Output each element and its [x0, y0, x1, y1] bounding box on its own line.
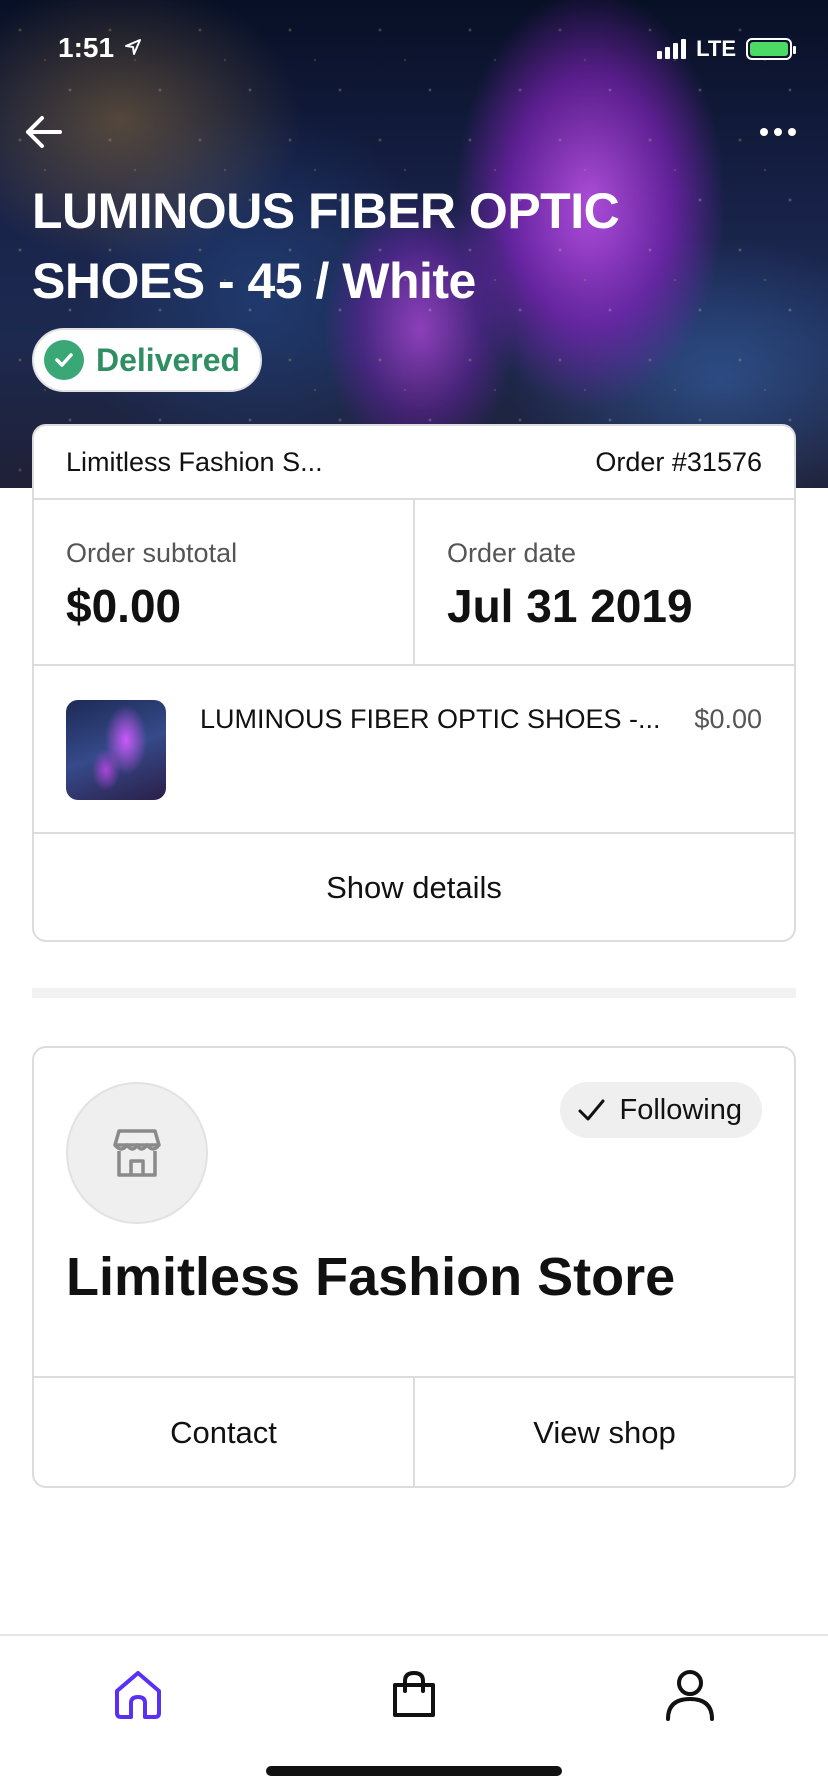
arrow-left-icon: [26, 116, 62, 148]
back-button[interactable]: [20, 108, 68, 156]
order-number: Order #31576: [595, 446, 762, 477]
order-date: Order date Jul 31 2019: [413, 500, 794, 664]
bag-icon: [393, 1670, 435, 1717]
check-circle-icon: [44, 340, 84, 380]
product-title: LUMINOUS FIBER OPTIC SHOES - 45 / White: [32, 183, 620, 309]
status-bar: 1:51 LTE: [0, 30, 828, 70]
location-arrow-icon: [124, 38, 142, 61]
following-label: Following: [619, 1093, 743, 1126]
shop-name: Limitless Fashion S...: [66, 446, 323, 477]
item-name: LUMINOUS FIBER OPTIC SHOES -...: [200, 704, 661, 734]
subtotal-label: Order subtotal: [66, 538, 238, 568]
profile-icon: [666, 1670, 714, 1721]
store-name: Limitless Fashion Store: [66, 1247, 676, 1307]
storefront-icon: [113, 1129, 161, 1177]
date-label: Order date: [447, 538, 577, 568]
hero-banner: 1:51 LTE LUMINOUS FIBER OPTIC SHOES - 45…: [0, 0, 828, 488]
status-indicators: LTE: [657, 36, 796, 62]
network-label: LTE: [696, 36, 736, 61]
home-icon: [115, 1671, 161, 1719]
order-line-item[interactable]: LUMINOUS FIBER OPTIC SHOES -... $0.00: [34, 666, 794, 834]
status-label: Delivered: [96, 341, 241, 378]
battery-icon: [746, 38, 796, 60]
order-subtotal: Order subtotal $0.00: [34, 500, 413, 664]
status-time: 1:51: [58, 32, 115, 63]
item-price: $0.00: [694, 704, 762, 734]
checkmark-icon: [578, 1099, 604, 1121]
date-value: Jul 31 2019: [447, 580, 693, 632]
subtotal-value: $0.00: [66, 580, 182, 632]
order-summary-card: Limitless Fashion S... Order #31576 Orde…: [32, 424, 796, 942]
store-avatar[interactable]: [66, 1082, 208, 1224]
view-shop-button[interactable]: View shop: [413, 1378, 794, 1486]
product-thumbnail: [66, 700, 166, 800]
delivered-status-badge: Delivered: [32, 328, 263, 392]
following-toggle-button[interactable]: Following: [559, 1082, 762, 1138]
signal-icon: [657, 39, 687, 59]
store-card: Following Limitless Fashion Store Contac…: [32, 1046, 796, 1488]
nav-profile[interactable]: [658, 1662, 722, 1726]
order-stats: Order subtotal $0.00 Order date Jul 31 2…: [34, 500, 794, 666]
home-indicator[interactable]: [266, 1766, 562, 1776]
ellipsis-icon: [760, 128, 796, 136]
section-divider: [32, 988, 796, 998]
nav-orders[interactable]: [382, 1662, 446, 1726]
order-header: Limitless Fashion S... Order #31576: [34, 426, 794, 500]
show-details-button[interactable]: Show details: [34, 834, 794, 940]
store-actions: Contact View shop: [34, 1376, 794, 1486]
contact-button[interactable]: Contact: [34, 1378, 413, 1486]
nav-home[interactable]: [106, 1662, 170, 1726]
more-options-button[interactable]: [754, 114, 802, 150]
